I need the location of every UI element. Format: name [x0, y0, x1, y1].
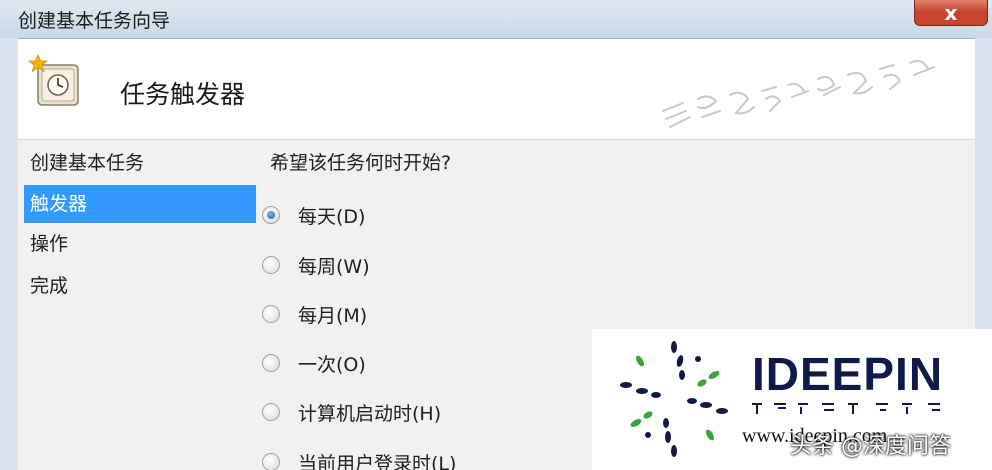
header-title: 任务触发器 — [120, 80, 246, 109]
handwritten-watermark — [662, 60, 935, 128]
close-icon: x — [944, 1, 958, 25]
clock-icon — [28, 53, 79, 106]
wizard-step-list: 创建基本任务 触发器 操作 完成 — [18, 140, 258, 470]
radio-button[interactable] — [262, 354, 280, 372]
option-label[interactable]: 每月(M) — [298, 301, 367, 328]
option-label[interactable]: 计算机启动时(H) — [298, 399, 441, 426]
trigger-question: 希望该任务何时开始? — [270, 152, 452, 174]
toutiao-watermark: 头条 @深度问答 — [790, 434, 951, 459]
option-label[interactable]: 一次(O) — [298, 350, 366, 377]
option-label[interactable]: 每天(D) — [298, 202, 365, 229]
step-create-basic-task[interactable]: 创建基本任务 — [24, 144, 256, 182]
title-bar: 创建基本任务向导 x — [0, 0, 992, 38]
logo-subtitle-glyphs — [752, 403, 940, 414]
radio-button-checked[interactable] — [262, 206, 280, 224]
pinwheel-logo-icon — [620, 341, 728, 457]
step-action[interactable]: 操作 — [24, 225, 256, 263]
window-title: 创建基本任务向导 — [18, 10, 171, 32]
radio-button[interactable] — [262, 453, 280, 470]
radio-button[interactable] — [262, 256, 280, 274]
radio-button[interactable] — [262, 305, 280, 323]
option-label[interactable]: 当前用户登录时(L) — [298, 449, 456, 470]
logo-wordmark: IDEEPIN — [752, 348, 944, 400]
wizard-header: 任务触发器 — [18, 38, 975, 140]
step-trigger[interactable]: 触发器 — [24, 185, 256, 223]
radio-button[interactable] — [262, 403, 280, 421]
window-frame-left — [0, 38, 18, 470]
step-finish[interactable]: 完成 — [24, 267, 256, 305]
option-label[interactable]: 每周(W) — [298, 252, 370, 279]
close-button[interactable]: x — [914, 0, 988, 26]
task-wizard-window: 创建基本任务向导 x 任务触发器 创建基本任务 触发器 操作 完成 希望该任务何… — [0, 0, 992, 470]
